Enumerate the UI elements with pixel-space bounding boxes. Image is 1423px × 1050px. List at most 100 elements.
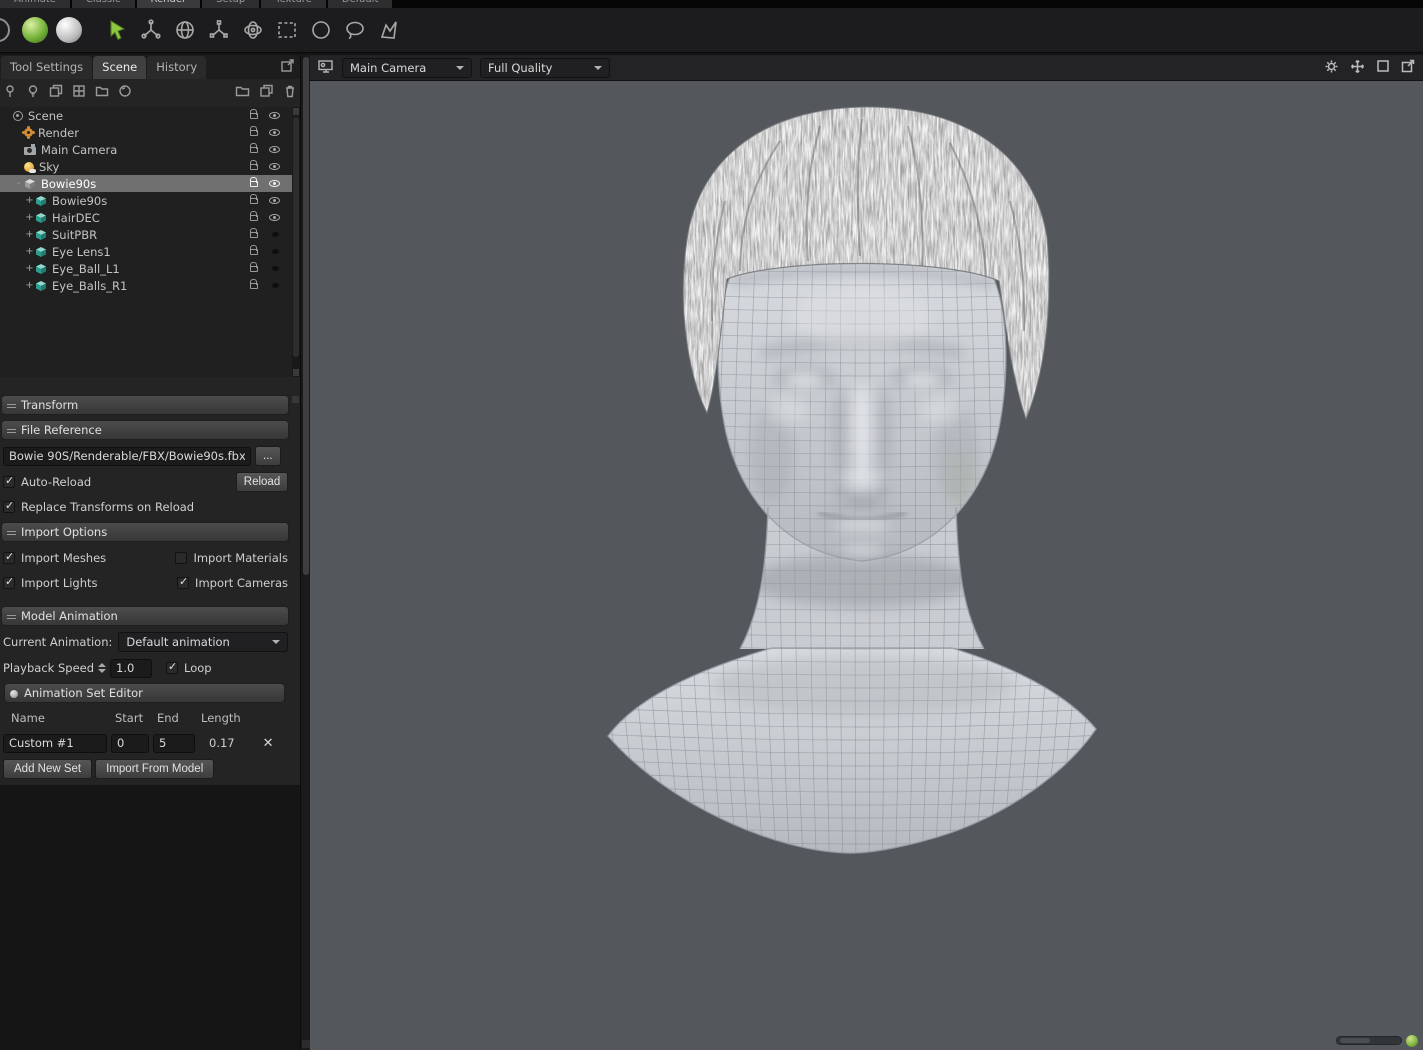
viewport-corner-green-dot[interactable] bbox=[1406, 1035, 1418, 1047]
quality-dropdown[interactable]: Full Quality bbox=[480, 57, 610, 78]
layout-tab[interactable]: Default bbox=[327, 0, 393, 8]
tree-item-eye-ball-l1[interactable]: + Eye_Ball_L1 bbox=[0, 260, 292, 277]
layout-tab[interactable]: Animate bbox=[0, 0, 70, 8]
lock-icon[interactable] bbox=[250, 278, 258, 289]
tab-tool-settings[interactable]: Tool Settings bbox=[1, 56, 93, 79]
layout-tab[interactable]: Classic bbox=[71, 0, 135, 8]
eye-icon[interactable] bbox=[269, 197, 280, 204]
expander[interactable]: + bbox=[24, 263, 35, 274]
tab-scene[interactable]: Scene bbox=[93, 56, 147, 79]
scale-tool-icon[interactable] bbox=[202, 12, 236, 48]
lock-icon[interactable] bbox=[250, 176, 258, 187]
expander[interactable]: + bbox=[24, 229, 35, 240]
tree-item-bowie90s-selected[interactable]: - Bowie90s bbox=[0, 175, 292, 192]
folder-small-icon[interactable] bbox=[95, 84, 109, 101]
lock-icon[interactable] bbox=[250, 125, 258, 136]
trash-icon[interactable] bbox=[283, 84, 297, 101]
layout-tab[interactable]: Setup bbox=[202, 0, 260, 8]
section-animation-set-editor[interactable]: Animation Set Editor bbox=[4, 683, 285, 703]
polyline-select-icon[interactable] bbox=[372, 12, 406, 48]
tree-item-bowie90s-mesh[interactable]: + Bowie90s bbox=[0, 192, 292, 209]
tree-item-main-camera[interactable]: Main Camera bbox=[0, 141, 292, 158]
layout-tab[interactable]: Texture bbox=[261, 0, 326, 8]
add-new-set-button[interactable]: Add New Set bbox=[3, 759, 93, 779]
layers-icon[interactable] bbox=[49, 84, 63, 101]
tree-item-hairdec[interactable]: + HairDEC bbox=[0, 209, 292, 226]
section-file-reference[interactable]: File Reference bbox=[1, 420, 289, 440]
ring-sphere-icon[interactable] bbox=[0, 18, 10, 42]
reload-button[interactable]: Reload bbox=[236, 472, 288, 492]
rotate-tool-icon[interactable] bbox=[168, 12, 202, 48]
tree-item-eye-lens1[interactable]: + Eye Lens1 bbox=[0, 243, 292, 260]
pin-icon[interactable] bbox=[3, 84, 17, 101]
eye-icon[interactable] bbox=[269, 146, 280, 153]
set-name-input[interactable] bbox=[3, 733, 107, 753]
import-cameras-checkbox[interactable] bbox=[177, 575, 190, 589]
bulb-icon[interactable] bbox=[26, 84, 40, 101]
cloth-icon[interactable] bbox=[72, 84, 86, 101]
panel-popout-icon[interactable] bbox=[281, 59, 294, 75]
camera-dropdown[interactable]: Main Camera bbox=[342, 57, 472, 78]
gyro-tool-icon[interactable] bbox=[236, 12, 270, 48]
lasso-select-icon[interactable] bbox=[338, 12, 372, 48]
tree-item-suitpbr[interactable]: + SuitPBR bbox=[0, 226, 292, 243]
tree-item-render[interactable]: Render bbox=[0, 124, 292, 141]
viewport-canvas[interactable] bbox=[310, 81, 1423, 1050]
delete-set-button[interactable]: ✕ bbox=[263, 736, 274, 751]
set-end-input[interactable] bbox=[153, 733, 195, 753]
tab-history[interactable]: History bbox=[147, 56, 207, 79]
lock-icon[interactable] bbox=[250, 193, 258, 204]
expander[interactable]: - bbox=[13, 178, 24, 189]
maximize-icon[interactable] bbox=[1376, 59, 1390, 76]
hidden-dot-icon[interactable] bbox=[272, 249, 279, 254]
section-model-animation[interactable]: Model Animation bbox=[1, 606, 289, 626]
import-from-model-button[interactable]: Import From Model bbox=[95, 759, 215, 779]
tree-item-scene[interactable]: Scene bbox=[0, 107, 292, 124]
ellipse-select-icon[interactable] bbox=[304, 12, 338, 48]
lock-icon[interactable] bbox=[250, 142, 258, 153]
eye-icon[interactable] bbox=[269, 163, 280, 170]
lock-icon[interactable] bbox=[250, 159, 258, 170]
eye-icon[interactable] bbox=[269, 214, 280, 221]
viewport-zoom-scrollbar[interactable] bbox=[1336, 1036, 1402, 1045]
tree-item-sky[interactable]: Sky bbox=[0, 158, 292, 175]
light-sphere-icon[interactable] bbox=[56, 17, 82, 43]
gear-icon[interactable] bbox=[1324, 59, 1339, 77]
eye-icon[interactable] bbox=[269, 180, 280, 187]
expander[interactable]: + bbox=[24, 246, 35, 257]
splitter-handle[interactable] bbox=[303, 57, 309, 575]
lock-icon[interactable] bbox=[250, 210, 258, 221]
hidden-dot-icon[interactable] bbox=[272, 232, 279, 237]
section-detach-handle[interactable] bbox=[292, 396, 299, 403]
hidden-dot-icon[interactable] bbox=[272, 283, 279, 288]
lock-icon[interactable] bbox=[250, 227, 258, 238]
import-lights-checkbox[interactable] bbox=[3, 575, 15, 589]
eye-icon[interactable] bbox=[269, 129, 280, 136]
green-sphere-icon[interactable] bbox=[22, 17, 48, 43]
section-transform[interactable]: Transform bbox=[1, 395, 289, 415]
duplicate-icon[interactable] bbox=[259, 84, 274, 101]
layout-tab[interactable]: Render bbox=[136, 0, 201, 8]
select-cursor-icon[interactable] bbox=[100, 12, 134, 48]
panel-splitter[interactable] bbox=[300, 55, 310, 1050]
tree-scrollbar[interactable] bbox=[292, 107, 300, 377]
replace-transforms-checkbox[interactable] bbox=[3, 499, 15, 513]
eye-icon[interactable] bbox=[269, 112, 280, 119]
tree-item-eye-balls-r1[interactable]: + Eye_Balls_R1 bbox=[0, 277, 292, 294]
hidden-dot-icon[interactable] bbox=[272, 266, 279, 271]
pan-icon[interactable] bbox=[1350, 59, 1365, 77]
move-tool-icon[interactable] bbox=[134, 12, 168, 48]
current-animation-dropdown[interactable]: Default animation bbox=[118, 632, 288, 652]
auto-reload-checkbox[interactable] bbox=[3, 474, 15, 488]
file-path-input[interactable] bbox=[3, 446, 251, 466]
popout-icon[interactable] bbox=[1401, 59, 1415, 76]
import-materials-checkbox[interactable] bbox=[175, 552, 188, 564]
loop-checkbox[interactable] bbox=[166, 660, 179, 674]
new-folder-icon[interactable] bbox=[235, 84, 250, 101]
viewport-type-icon[interactable] bbox=[318, 59, 334, 76]
import-meshes-checkbox[interactable] bbox=[3, 550, 15, 564]
lock-icon[interactable] bbox=[250, 244, 258, 255]
set-start-input[interactable] bbox=[111, 733, 149, 753]
playback-speed-stepper[interactable] bbox=[98, 663, 107, 673]
lock-icon[interactable] bbox=[250, 261, 258, 272]
